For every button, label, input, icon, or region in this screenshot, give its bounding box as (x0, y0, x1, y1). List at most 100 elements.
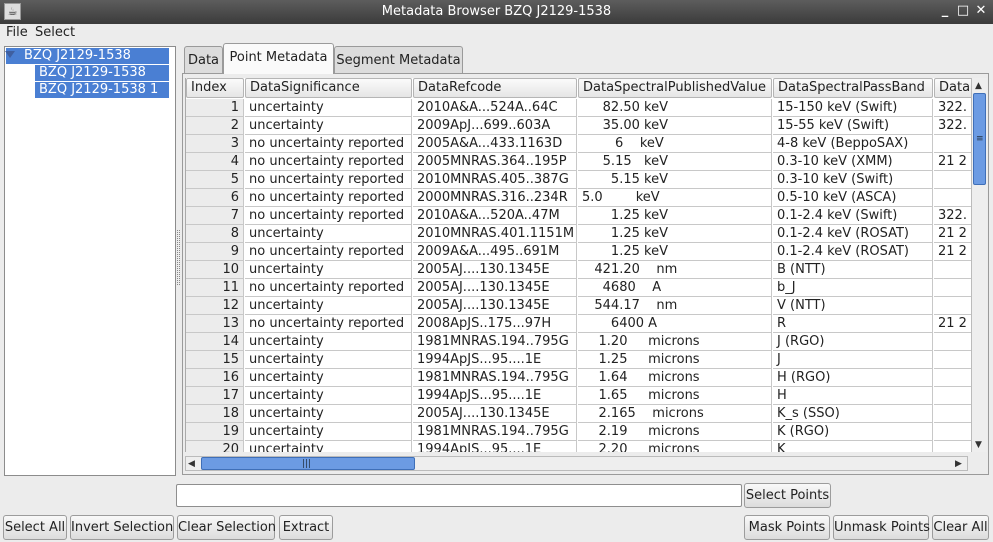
cell-dataspectralpassband[interactable]: 0.1-2.4 keV (ROSAT) (773, 243, 933, 261)
cell-datasignificance[interactable]: uncertainty (245, 333, 412, 351)
cell-dataspectralpassband[interactable]: 15-55 keV (Swift) (773, 117, 933, 135)
scroll-left-icon[interactable]: ◀ (188, 458, 195, 470)
cell-index[interactable]: 14 (186, 333, 244, 351)
table-row[interactable]: 9 no uncertainty reported 2009A&A...495..6… (186, 243, 971, 261)
cell-dataspectralpublishedvalue[interactable]: 82.50 keV (578, 99, 772, 117)
filter-input[interactable] (176, 484, 742, 507)
tree-child-item[interactable]: BZQ J2129-1538 (35, 65, 169, 81)
cell-datasignificance[interactable]: no uncertainty reported (245, 207, 412, 225)
cell-dataspectralpublishedvalue[interactable]: 6400 A (578, 315, 772, 333)
cell-datarefcode[interactable]: 2005MNRAS.364..195P (413, 153, 577, 171)
cell-datarefcode[interactable]: 1981MNRAS.194..795G (413, 423, 577, 441)
cell-dataspectralpassband[interactable]: 0.5-10 keV (ASCA) (773, 189, 933, 207)
cell-datarefcode[interactable]: 2000MNRAS.316..234R (413, 189, 577, 207)
cell-index[interactable]: 8 (186, 225, 244, 243)
cell-datarefcode[interactable]: 2005AJ....130.1345E (413, 405, 577, 423)
cell-dataspectralpassband[interactable]: B (NTT) (773, 261, 933, 279)
cell-dataspectralpublishedvalue[interactable]: 1.25 keV (578, 243, 772, 261)
cell-data[interactable] (934, 189, 971, 207)
cell-dataspectralpublishedvalue[interactable]: 5.15 keV (578, 153, 772, 171)
cell-dataspectralpassband[interactable]: J (RGO) (773, 333, 933, 351)
cell-data[interactable]: 21 2 (934, 225, 971, 243)
cell-datasignificance[interactable]: uncertainty (245, 369, 412, 387)
cell-data[interactable]: 21 2 (934, 153, 971, 171)
cell-dataspectralpublishedvalue[interactable]: 1.65 microns (578, 387, 772, 405)
table-row[interactable]: 17 uncertainty 1994ApJS...95....1E 1.65 mi… (186, 387, 971, 405)
cell-index[interactable]: 19 (186, 423, 244, 441)
table-row[interactable]: 15 uncertainty 1994ApJS...95....1E 1.25 mi… (186, 351, 971, 369)
cell-dataspectralpassband[interactable]: K (773, 441, 933, 452)
cell-datasignificance[interactable]: uncertainty (245, 261, 412, 279)
tree-child-item[interactable]: BZQ J2129-1538 1 (35, 82, 169, 98)
cell-data[interactable]: 322. (934, 99, 971, 117)
table-row[interactable]: 11 no uncertainty reported 2005AJ....130.1… (186, 279, 971, 297)
cell-dataspectralpublishedvalue[interactable]: 1.25 microns (578, 351, 772, 369)
cell-data[interactable] (934, 369, 971, 387)
clear-selection-button[interactable]: Clear Selection (177, 515, 276, 540)
cell-datarefcode[interactable]: 2005AJ....130.1345E (413, 261, 577, 279)
cell-datasignificance[interactable]: no uncertainty reported (245, 189, 412, 207)
close-icon[interactable]: ✕ (973, 3, 989, 19)
cell-index[interactable]: 17 (186, 387, 244, 405)
cell-datasignificance[interactable]: uncertainty (245, 351, 412, 369)
cell-dataspectralpublishedvalue[interactable]: 1.25 keV (578, 225, 772, 243)
cell-dataspectralpublishedvalue[interactable]: 1.20 microns (578, 333, 772, 351)
cell-index[interactable]: 3 (186, 135, 244, 153)
cell-dataspectralpassband[interactable]: V (NTT) (773, 297, 933, 315)
cell-data[interactable]: 322. (934, 207, 971, 225)
table-row[interactable]: 5 no uncertainty reported 2010MNRAS.405..3… (186, 171, 971, 189)
cell-datarefcode[interactable]: 1994ApJS...95....1E (413, 351, 577, 369)
cell-datasignificance[interactable]: no uncertainty reported (245, 279, 412, 297)
invert-selection-button[interactable]: Invert Selection (70, 515, 174, 540)
table-row[interactable]: 14 uncertainty 1981MNRAS.194..795G 1.20 mi… (186, 333, 971, 351)
cell-data[interactable] (934, 297, 971, 315)
cell-dataspectralpublishedvalue[interactable]: 1.64 microns (578, 369, 772, 387)
cell-dataspectralpassband[interactable]: K_s (SSO) (773, 405, 933, 423)
window-titlebar[interactable]: ☕ Metadata Browser BZQ J2129-1538 _ □ ✕ (0, 0, 993, 24)
menu-file[interactable]: File (6, 25, 28, 40)
cell-datarefcode[interactable]: 2005AJ....130.1345E (413, 279, 577, 297)
cell-datasignificance[interactable]: uncertainty (245, 225, 412, 243)
cell-datasignificance[interactable]: uncertainty (245, 297, 412, 315)
cell-index[interactable]: 7 (186, 207, 244, 225)
extract-button[interactable]: Extract (279, 515, 333, 540)
cell-index[interactable]: 16 (186, 369, 244, 387)
cell-datarefcode[interactable]: 2010A&A...524A..64C (413, 99, 577, 117)
cell-dataspectralpassband[interactable]: 0.3-10 keV (Swift) (773, 171, 933, 189)
minimize-icon[interactable]: _ (937, 3, 953, 19)
cell-dataspectralpassband[interactable]: 4-8 keV (BeppoSAX) (773, 135, 933, 153)
cell-index[interactable]: 6 (186, 189, 244, 207)
cell-index[interactable]: 2 (186, 117, 244, 135)
maximize-icon[interactable]: □ (955, 3, 971, 19)
select-all-button[interactable]: Select All (3, 515, 67, 540)
cell-dataspectralpassband[interactable]: 0.1-2.4 keV (ROSAT) (773, 225, 933, 243)
cell-dataspectralpassband[interactable]: K (RGO) (773, 423, 933, 441)
unmask-points-button[interactable]: Unmask Points (833, 515, 930, 540)
table-row[interactable]: 12 uncertainty 2005AJ....130.1345E 544.17 … (186, 297, 971, 315)
clear-all-button[interactable]: Clear All (932, 515, 989, 540)
tree-root-item[interactable]: BZQ J2129-1538 (6, 48, 169, 64)
cell-index[interactable]: 13 (186, 315, 244, 333)
column-header-dataspectralpassband[interactable]: DataSpectralPassBand (773, 78, 933, 98)
cell-data[interactable]: 21 2 (934, 243, 971, 261)
cell-dataspectralpublishedvalue[interactable]: 2.19 microns (578, 423, 772, 441)
cell-index[interactable]: 15 (186, 351, 244, 369)
table-row[interactable]: 10 uncertainty 2005AJ....130.1345E 421.20 … (186, 261, 971, 279)
cell-data[interactable] (934, 279, 971, 297)
cell-index[interactable]: 11 (186, 279, 244, 297)
cell-dataspectralpassband[interactable]: 0.3-10 keV (XMM) (773, 153, 933, 171)
cell-dataspectralpassband[interactable]: b_J (773, 279, 933, 297)
select-points-button[interactable]: Select Points (744, 483, 831, 508)
tree-expand-icon[interactable] (5, 51, 15, 58)
cell-datasignificance[interactable]: uncertainty (245, 117, 412, 135)
cell-data[interactable] (934, 387, 971, 405)
cell-datasignificance[interactable]: no uncertainty reported (245, 171, 412, 189)
scroll-up-icon[interactable]: ▲ (975, 80, 982, 92)
cell-datarefcode[interactable]: 2009A&A...495..691M (413, 243, 577, 261)
cell-dataspectralpublishedvalue[interactable]: 5.15 keV (578, 171, 772, 189)
cell-datarefcode[interactable]: 2005A&A...433.1163D (413, 135, 577, 153)
cell-datarefcode[interactable]: 2009ApJ...699..603A (413, 117, 577, 135)
cell-dataspectralpublishedvalue[interactable]: 4680 A (578, 279, 772, 297)
cell-index[interactable]: 9 (186, 243, 244, 261)
cell-dataspectralpublishedvalue[interactable]: 5.0 keV (578, 189, 772, 207)
